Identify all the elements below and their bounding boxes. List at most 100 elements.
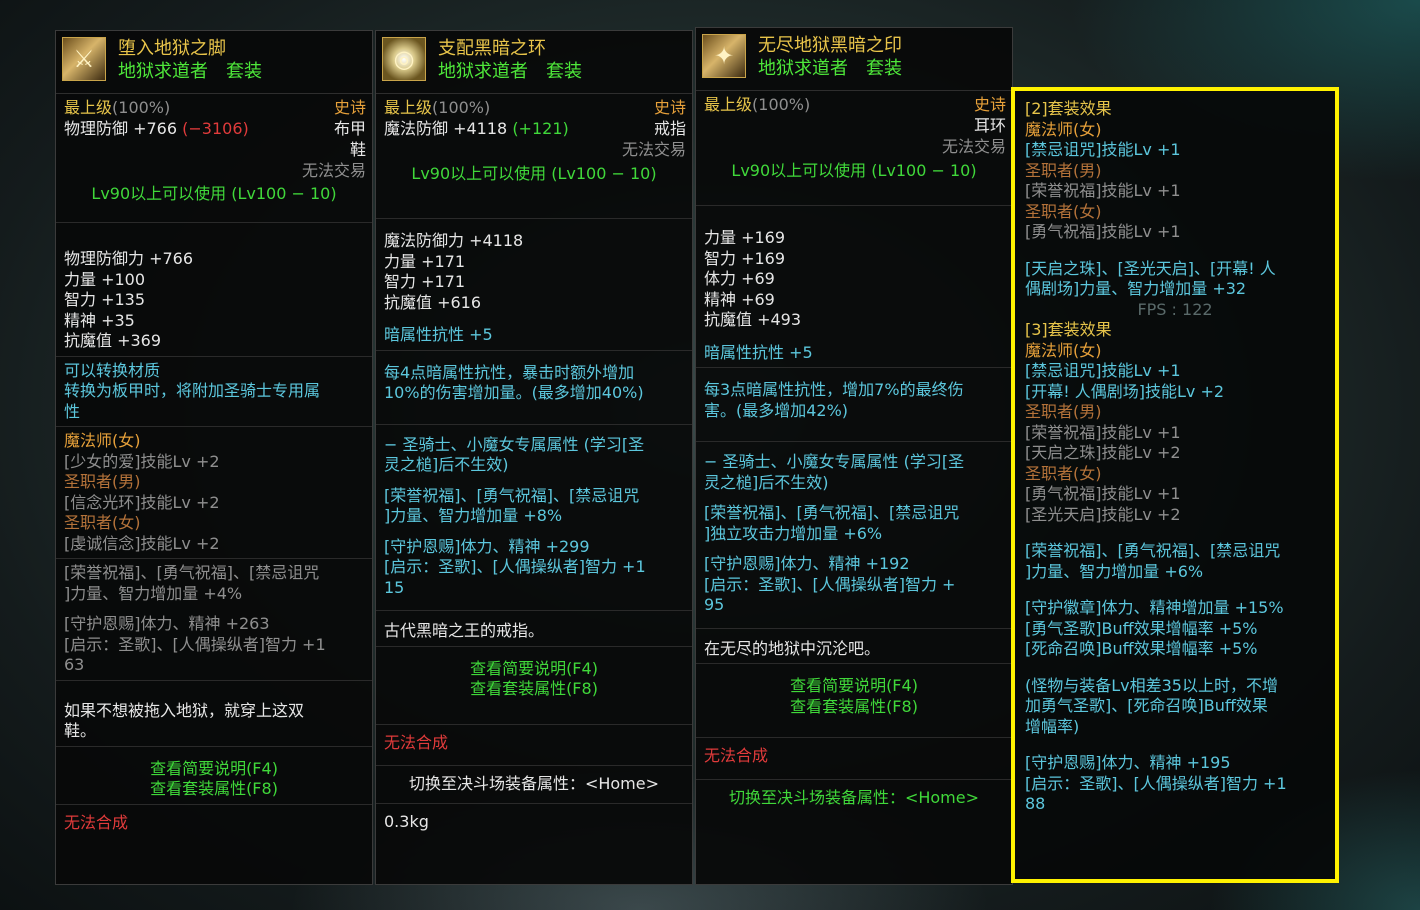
effect-line: 每4点暗属性抗性，暴击时额外增加 <box>384 362 635 382</box>
stat-line: 力量 +169 <box>704 228 786 247</box>
tooltip-ring: ◎ 支配黑暗之环 地狱求道者 套装 最上级(100%) 魔法防御 +4118 (… <box>375 30 693 885</box>
note-line: (怪物与装备Lv相差35以上时，不增 <box>1025 675 1278 695</box>
job-skills: 魔法师(女) [少女的爱]技能Lv +2 圣职者(男) [信念光环]技能Lv +… <box>56 427 372 559</box>
effect: 每3点暗属性抗性，增加7%的最终伤 害。(最多增加42%) <box>696 368 1012 442</box>
boots-icon: ⚔ <box>62 37 106 81</box>
no-craft-label: 无法合成 <box>64 812 129 832</box>
item-title: 无尽地狱黑暗之印 <box>758 35 902 56</box>
note-line: 加勇气圣歌]、[死命召唤]Buff效果 <box>1025 696 1268 715</box>
bonus-line: [荣誉祝福]、[勇气祝福]、[禁忌诅咒 <box>1025 541 1281 560</box>
stat-line: 智力 +171 <box>384 272 466 291</box>
switch-pvp-link[interactable]: 切换至决斗场装备属性：<Home> <box>384 774 684 795</box>
brief-desc-link[interactable]: 查看简要说明(F4) <box>384 659 684 680</box>
level-req: Lv90以上可以使用 (Lv100 − 10) <box>91 184 337 203</box>
bonus-line: [荣誉祝福]、[勇气祝福]、[禁忌诅咒 <box>384 485 640 505</box>
weight: 0.3kg <box>376 804 692 841</box>
switch-pvp: 切换至决斗场装备属性：<Home> <box>696 780 1012 817</box>
note-line: − 圣骑士、小魔女专属属性 (学习[圣 <box>384 434 645 454</box>
convert-line: 可以转换材质 <box>64 360 161 380</box>
flavor-text: 如果不想被拖入地狱，就穿上这双 鞋。 <box>56 681 372 747</box>
skill-line: [荣誉祝福]技能Lv +1 <box>1025 422 1181 442</box>
bonus-line: [守护恩赐]体力、精神 +299 <box>384 536 590 556</box>
set-attr-link[interactable]: 查看套装属性(F8) <box>64 779 364 800</box>
resist-line: 暗属性抗性 +5 <box>704 342 813 362</box>
skill-line: [圣光天启]技能Lv +2 <box>1025 504 1181 524</box>
job-name: 圣职者(女) <box>1025 201 1102 221</box>
stat-line: 智力 +169 <box>704 248 786 268</box>
bonus-line: ]力量、智力增加量 +4% <box>64 583 243 603</box>
bonus-line: [启示：圣歌]、[人偶操纵者]智力 +1 <box>384 557 646 576</box>
flavor-line: 在无尽的地狱中沉沦吧。 <box>704 638 881 658</box>
item-type: 耳环 <box>973 116 1006 135</box>
item-basic: 最上级(100%) 魔法防御 +4118 (+121) 史诗 戒指 无法交易 L… <box>376 94 692 219</box>
effect-line: 10%的伤害增加量。(最多增加40%) <box>384 383 644 402</box>
grade: 最上级 <box>384 98 433 117</box>
effect-line: 害。(最多增加42%) <box>704 400 849 420</box>
trade-status: 无法交易 <box>941 137 1006 156</box>
skill-line: [禁忌诅咒]技能Lv +1 <box>1025 361 1181 380</box>
brief-desc-link[interactable]: 查看简要说明(F4) <box>704 676 1004 697</box>
bonus-line: [荣誉祝福]、[勇气祝福]、[禁忌诅咒 <box>704 503 960 522</box>
switch-pvp: 切换至决斗场装备属性：<Home> <box>376 766 692 804</box>
links: 查看简要说明(F4) 查看套装属性(F8) <box>56 747 372 805</box>
stat-line: 智力 +135 <box>64 290 146 309</box>
set-effect-panel: [2]套装效果 魔法师(女) [禁忌诅咒]技能Lv +1 圣职者(男) [荣誉祝… <box>1011 87 1339 883</box>
bonus-line: [启示：圣歌]、[人偶操纵者]智力 +1 <box>64 634 326 654</box>
convert-info: 可以转换材质 转换为板甲时，将附加圣骑士专用属 性 <box>56 357 372 427</box>
item-set-name: 地狱求道者 套装 <box>438 61 582 82</box>
convert-line: 转换为板甲时，将附加圣骑士专用属 <box>64 381 321 400</box>
weight-label: 0.3kg <box>384 811 429 831</box>
bonus-line: [守护恩赐]体力、精神 +263 <box>64 614 270 633</box>
flavor-text: 在无尽的地狱中沉沦吧。 <box>696 629 1012 664</box>
stat-line: 力量 +171 <box>384 251 466 271</box>
bonus-line: [荣誉祝福]、[勇气祝福]、[禁忌诅咒 <box>64 563 320 582</box>
note-line: 增幅率) <box>1025 716 1080 736</box>
bonus-line: 95 <box>704 595 725 614</box>
item-title: 支配黑暗之环 <box>438 38 546 59</box>
special-note: − 圣骑士、小魔女专属属性 (学习[圣 灵之槌]后不生效) [荣誉祝福]、[勇气… <box>696 442 1012 629</box>
set3-title: [3]套装效果 <box>1025 320 1112 339</box>
grade-pct: (100%) <box>432 98 491 117</box>
note-line: − 圣骑士、小魔女专属属性 (学习[圣 <box>704 452 965 471</box>
level-req: Lv90以上可以使用 (Lv100 − 10) <box>731 161 977 180</box>
stats: 物理防御力 +766 力量 +100 智力 +135 精神 +35 抗魔值 +3… <box>56 223 372 357</box>
skill-line: [荣誉祝福]技能Lv +1 <box>1025 181 1181 200</box>
def-line: 物理防御 +766 <box>64 118 178 138</box>
resist-line: 暗属性抗性 +5 <box>384 325 493 344</box>
stat-line: 抗魔值 +616 <box>384 292 482 312</box>
item-basic: 最上级(100%) 史诗 耳环 无法交易 Lv90以上可以使用 (Lv100 −… <box>696 91 1012 206</box>
bonus-line: 15 <box>384 577 405 597</box>
stat-line: 魔法防御力 +4118 <box>384 231 524 250</box>
set-attr-link[interactable]: 查看套装属性(F8) <box>704 697 1004 718</box>
rarity: 史诗 <box>973 95 1006 114</box>
bonus-line: 88 <box>1025 794 1046 813</box>
bonus-line: ]独立攻击力增加量 +6% <box>704 523 883 543</box>
item-title: 堕入地狱之脚 <box>118 38 226 59</box>
brief-desc-link[interactable]: 查看简要说明(F4) <box>64 759 364 780</box>
item-basic: 最上级(100%) 物理防御 +766 (−3106) 史诗 布甲 鞋 无法交易… <box>56 94 372 223</box>
item-type: 布甲 <box>333 119 366 138</box>
note-line: 灵之槌]后不生效) <box>384 455 509 474</box>
item-set-name: 地狱求道者 套装 <box>118 61 262 82</box>
skill-line: [开幕! 人偶剧场]技能Lv +2 <box>1025 381 1225 401</box>
bonus-line: [死命召唤]Buff效果增幅率 +5% <box>1025 639 1258 658</box>
craft-status: 无法合成 <box>376 725 692 766</box>
set-attr-link[interactable]: 查看套装属性(F8) <box>384 679 684 700</box>
switch-pvp-link[interactable]: 切换至决斗场装备属性：<Home> <box>704 788 1004 809</box>
stat-line: 物理防御力 +766 <box>64 249 194 268</box>
job-name: 圣职者(男) <box>1025 160 1102 180</box>
set-bonus: [荣誉祝福]、[勇气祝福]、[禁忌诅咒 ]力量、智力增加量 +4% [守护恩赐]… <box>56 559 372 681</box>
skill-line: [少女的爱]技能Lv +2 <box>64 451 220 471</box>
craft-status: 无法合成 <box>56 805 372 842</box>
stat-line: 体力 +69 <box>704 269 775 288</box>
effect-line: 每3点暗属性抗性，增加7%的最终伤 <box>704 380 964 399</box>
job-name: 魔法师(女) <box>64 431 141 450</box>
effect: 每4点暗属性抗性，暴击时额外增加 10%的伤害增加量。(最多增加40%) <box>376 351 692 425</box>
tooltip-earring: ✦ 无尽地狱黑暗之印 地狱求道者 套装 最上级(100%) 史诗 耳环 无法交易… <box>695 27 1013 885</box>
job-name: 圣职者(女) <box>1025 463 1102 483</box>
grade-pct: (100%) <box>112 98 171 117</box>
bonus-line: ]力量、智力增加量 +8% <box>384 506 563 525</box>
craft-status: 无法合成 <box>696 738 1012 780</box>
seal-icon: ✦ <box>702 34 746 78</box>
skill-line: [虔诚信念]技能Lv +2 <box>64 533 220 553</box>
